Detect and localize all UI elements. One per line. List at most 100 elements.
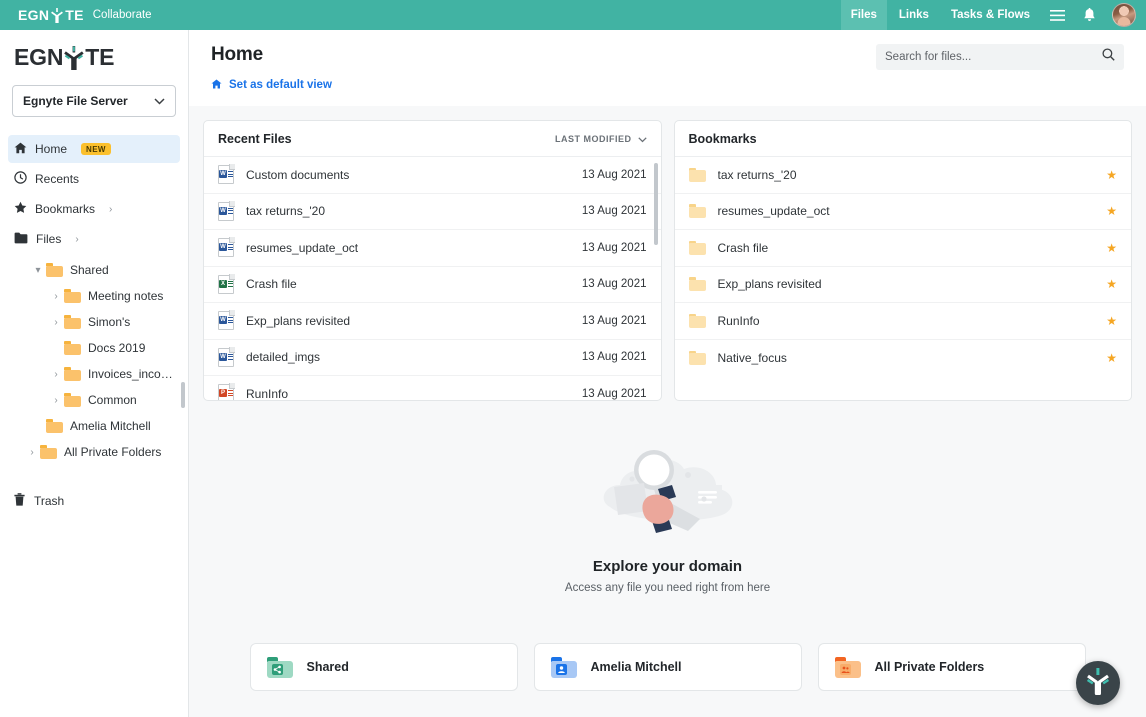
folder-icon xyxy=(46,419,63,433)
chevron-right-icon[interactable]: › xyxy=(48,395,64,406)
file-date: 13 Aug 2021 xyxy=(581,241,647,254)
list-item[interactable]: Native_focus ★ xyxy=(675,340,1132,377)
sidebar-item-recents[interactable]: Recents xyxy=(8,165,180,193)
explore-title: Explore your domain xyxy=(592,557,743,575)
tree-item-label: Meeting notes xyxy=(88,289,164,303)
sidebar-item-home[interactable]: Home NEW xyxy=(8,135,180,163)
folder-icon xyxy=(64,367,81,381)
search-icon[interactable] xyxy=(1102,48,1115,66)
file-name: detailed_imgs xyxy=(246,350,321,365)
brand-prefix: EGN xyxy=(18,7,50,23)
sidebar-logo[interactable]: EGN TE xyxy=(0,44,188,71)
folder-icon xyxy=(64,341,81,355)
recent-files-scrollbar[interactable] xyxy=(653,163,658,245)
chevron-right-icon[interactable]: › xyxy=(48,291,64,302)
bookmark-name: Crash file xyxy=(717,240,769,255)
sidebar-item-trash[interactable]: Trash xyxy=(0,487,188,515)
top-bar: EGN TE Collaborate Files Links Tasks & F… xyxy=(0,0,1146,30)
sidebar-item-label: Recents xyxy=(35,172,80,186)
file-server-label: Egnyte File Server xyxy=(23,94,128,108)
notification-bell-icon[interactable] xyxy=(1074,0,1104,30)
tree-item-docs-2019[interactable]: Docs 2019 xyxy=(8,335,180,361)
tab-tasks-flows[interactable]: Tasks & Flows xyxy=(941,0,1040,30)
sidebar-item-files[interactable]: Files › xyxy=(8,225,180,253)
main-header-left: Home Set as default view xyxy=(211,44,876,94)
list-item[interactable]: tax returns_'20 ★ xyxy=(674,157,1131,194)
file-date: 13 Aug 2021 xyxy=(581,278,647,291)
chevron-down-icon[interactable]: ▾ xyxy=(30,265,46,276)
tree-item-meeting-notes[interactable]: › Meeting notes xyxy=(8,283,180,309)
folder-icon xyxy=(40,445,57,459)
table-row[interactable]: X Crash file 13 Aug 2021 xyxy=(204,267,661,303)
personal-folder-icon xyxy=(550,656,577,678)
sidebar-nav: Home NEW Recents Bookmarks › Files › xyxy=(0,135,188,255)
card-label: Amelia Mitchell xyxy=(590,660,682,674)
list-item[interactable]: RunInfo ★ xyxy=(674,303,1131,340)
sidebar-item-label: Bookmarks xyxy=(35,202,96,216)
egnyte-help-button[interactable] xyxy=(1076,661,1120,705)
file-date: 13 Aug 2021 xyxy=(581,168,647,181)
list-item[interactable]: Crash file ★ xyxy=(674,230,1131,267)
panel-title: Recent Files xyxy=(218,131,292,146)
list-item[interactable]: resumes_update_oct ★ xyxy=(674,194,1131,230)
user-avatar[interactable] xyxy=(1112,3,1136,27)
table-row[interactable]: W detailed_imgs 13 Aug 2021 xyxy=(204,340,661,376)
bookmark-name: resumes_update_oct xyxy=(717,204,830,219)
page-title: Home xyxy=(211,44,263,65)
file-server-selector[interactable]: Egnyte File Server xyxy=(12,85,176,117)
card-label: Shared xyxy=(306,660,349,674)
product-name: Collaborate xyxy=(92,9,152,21)
folder-icon xyxy=(14,232,28,247)
tab-files[interactable]: Files xyxy=(840,0,887,30)
folder-icon xyxy=(688,204,706,219)
chevron-down-icon xyxy=(154,94,165,108)
chevron-right-icon[interactable]: › xyxy=(48,317,64,328)
tab-links[interactable]: Links xyxy=(889,0,939,30)
search-box[interactable] xyxy=(876,44,1124,70)
bookmarks-panel: Bookmarks tax returns_'20 ★ resumes_upda… xyxy=(673,120,1132,401)
hamburger-menu-icon[interactable] xyxy=(1042,0,1072,30)
card-all-private-folders[interactable]: All Private Folders xyxy=(817,643,1086,691)
star-icon[interactable]: ★ xyxy=(1106,241,1117,255)
folder-icon xyxy=(46,263,63,277)
tree-item-simons[interactable]: › Simon's xyxy=(8,309,180,335)
main-header: Home Set as default view xyxy=(189,30,1146,106)
bookmark-name: tax returns_'20 xyxy=(717,167,797,182)
search-input[interactable] xyxy=(885,51,1102,63)
table-row[interactable]: W Custom documents 13 Aug 2021 xyxy=(204,157,661,194)
card-amelia-mitchell[interactable]: Amelia Mitchell xyxy=(533,643,802,691)
bookmark-name: Native_focus xyxy=(717,350,787,365)
tree-item-shared[interactable]: ▾ Shared xyxy=(8,257,180,283)
word-file-icon: W xyxy=(218,200,235,221)
table-row[interactable]: W tax returns_'20 13 Aug 2021 xyxy=(204,194,661,230)
star-icon[interactable]: ★ xyxy=(1106,277,1117,291)
star-icon[interactable]: ★ xyxy=(1106,168,1117,182)
sidebar-item-label: Home xyxy=(35,142,68,156)
tree-item-amelia-mitchell[interactable]: Amelia Mitchell xyxy=(8,413,180,439)
egnyte-y-icon xyxy=(63,45,85,71)
chevron-right-icon[interactable]: › xyxy=(48,369,64,380)
bookmarks-list[interactable]: tax returns_'20 ★ resumes_update_oct ★ C… xyxy=(674,157,1132,400)
tree-item-invoices[interactable]: › Invoices_incom... xyxy=(8,361,180,387)
table-row[interactable]: W Exp_plans revisited 13 Aug 2021 xyxy=(204,303,661,340)
tree-item-common[interactable]: › Common xyxy=(8,387,180,413)
folder-tree: ▾ Shared › Meeting notes › Simon's Docs … xyxy=(0,255,188,465)
sort-control[interactable]: LAST MODIFIED xyxy=(555,130,647,148)
card-shared[interactable]: Shared xyxy=(249,643,518,691)
list-item[interactable]: Exp_plans revisited ★ xyxy=(674,267,1131,303)
table-row[interactable]: W resumes_update_oct 13 Aug 2021 xyxy=(204,230,661,267)
star-icon[interactable]: ★ xyxy=(1106,351,1117,365)
egnyte-brand-logo[interactable]: EGN TE xyxy=(18,7,84,23)
chevron-right-icon[interactable]: › xyxy=(24,447,40,458)
star-icon[interactable]: ★ xyxy=(1106,204,1117,218)
sidebar-scrollbar[interactable] xyxy=(181,382,185,408)
trash-label: Trash xyxy=(34,494,65,508)
bookmarks-header: Bookmarks xyxy=(674,121,1131,157)
recent-files-list[interactable]: W Custom documents 13 Aug 2021 W tax ret… xyxy=(204,157,661,400)
set-as-default-view-link[interactable]: Set as default view xyxy=(211,76,876,94)
tree-item-all-private-folders[interactable]: › All Private Folders xyxy=(8,439,180,465)
table-row[interactable]: P RunInfo 13 Aug 2021 xyxy=(204,376,661,400)
sidebar-item-bookmarks[interactable]: Bookmarks › xyxy=(8,195,180,223)
star-icon[interactable]: ★ xyxy=(1106,314,1117,328)
sidebar-item-label: Files xyxy=(36,232,62,246)
